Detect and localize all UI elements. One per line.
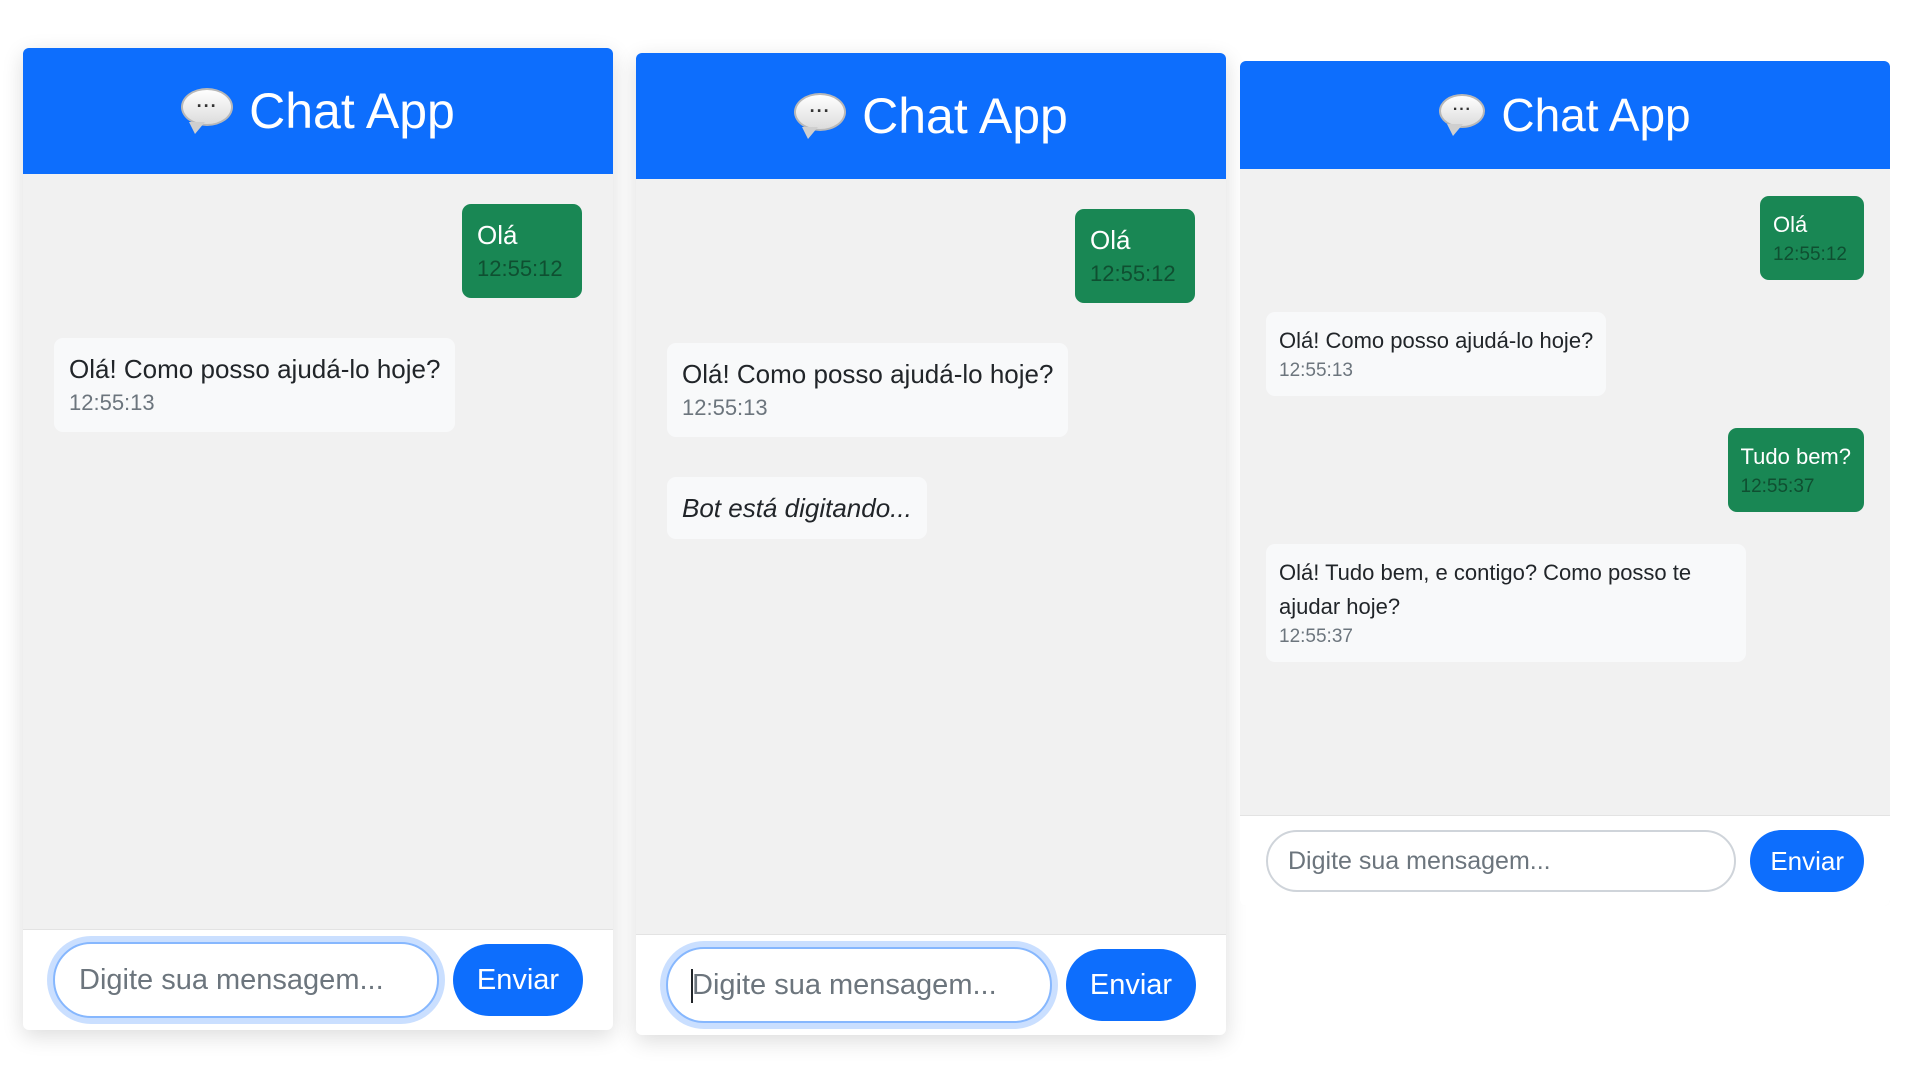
message-time: 12:55:37 bbox=[1740, 476, 1815, 497]
message-input[interactable] bbox=[1266, 830, 1737, 892]
chat-header: ··· Chat App bbox=[23, 48, 613, 174]
message-input[interactable] bbox=[53, 942, 439, 1018]
send-button[interactable]: Enviar bbox=[453, 944, 583, 1016]
speech-bubble-icon: ··· bbox=[1439, 94, 1486, 136]
app-title: Chat App bbox=[1501, 89, 1691, 141]
app-title: Chat App bbox=[862, 88, 1068, 144]
message-time: 12:55:13 bbox=[682, 395, 768, 420]
message-time: 12:55:37 bbox=[1279, 626, 1353, 647]
message-time: 12:55:12 bbox=[477, 256, 563, 281]
bot-message: Olá! Tudo bem, e contigo? Como posso te … bbox=[1266, 544, 1746, 662]
speech-bubble-icon: ··· bbox=[794, 93, 847, 139]
message-text: Olá! Tudo bem, e contigo? Como posso te … bbox=[1279, 560, 1692, 619]
message-input-bar: Enviar bbox=[636, 934, 1226, 1035]
typing-text: Bot está digitando... bbox=[682, 493, 912, 523]
message-text: Olá bbox=[1090, 225, 1131, 255]
message-list: Olá 12:55:12 Olá! Como posso ajudá-lo ho… bbox=[1240, 169, 1890, 815]
user-message: Olá 12:55:12 bbox=[1760, 196, 1864, 280]
message-time: 12:55:12 bbox=[1090, 261, 1176, 286]
message-list: Olá 12:55:12 Olá! Como posso ajudá-lo ho… bbox=[23, 174, 613, 929]
speech-bubble-icon: ··· bbox=[181, 88, 234, 134]
message-input-bar: Enviar bbox=[1240, 815, 1890, 906]
chat-window-2: ··· Chat App Olá 12:55:12 Olá! Como poss… bbox=[636, 53, 1226, 1035]
message-text: Olá! Como posso ajudá-lo hoje? bbox=[682, 359, 1054, 389]
app-title: Chat App bbox=[249, 83, 455, 139]
message-text: Olá bbox=[477, 220, 518, 250]
message-text: Olá! Como posso ajudá-lo hoje? bbox=[1279, 328, 1594, 353]
message-text: Tudo bem? bbox=[1740, 444, 1851, 469]
message-input[interactable] bbox=[666, 947, 1052, 1023]
message-time: 12:55:13 bbox=[69, 390, 155, 415]
text-caret bbox=[691, 969, 693, 1003]
chat-window-1: ··· Chat App Olá 12:55:12 Olá! Como poss… bbox=[23, 48, 613, 1030]
message-list: Olá 12:55:12 Olá! Como posso ajudá-lo ho… bbox=[636, 179, 1226, 934]
message-input-bar: Enviar bbox=[23, 929, 613, 1030]
chat-header: ··· Chat App bbox=[636, 53, 1226, 179]
user-message: Olá 12:55:12 bbox=[1075, 209, 1195, 303]
chat-window-3: ··· Chat App Olá 12:55:12 Olá! Como poss… bbox=[1240, 61, 1890, 906]
bot-message: Olá! Como posso ajudá-lo hoje? 12:55:13 bbox=[54, 338, 456, 432]
user-message: Tudo bem? 12:55:37 bbox=[1727, 428, 1864, 512]
send-button[interactable]: Enviar bbox=[1750, 830, 1864, 892]
message-time: 12:55:12 bbox=[1773, 244, 1847, 265]
message-text: Olá! Como posso ajudá-lo hoje? bbox=[69, 354, 441, 384]
typing-indicator: Bot está digitando... bbox=[667, 477, 927, 539]
user-message: Olá 12:55:12 bbox=[462, 204, 582, 298]
message-time: 12:55:13 bbox=[1279, 360, 1353, 381]
message-text: Olá bbox=[1773, 212, 1808, 237]
bot-message: Olá! Como posso ajudá-lo hoje? 12:55:13 bbox=[667, 343, 1069, 437]
bot-message: Olá! Como posso ajudá-lo hoje? 12:55:13 bbox=[1266, 312, 1607, 396]
send-button[interactable]: Enviar bbox=[1066, 949, 1196, 1021]
chat-header: ··· Chat App bbox=[1240, 61, 1890, 169]
